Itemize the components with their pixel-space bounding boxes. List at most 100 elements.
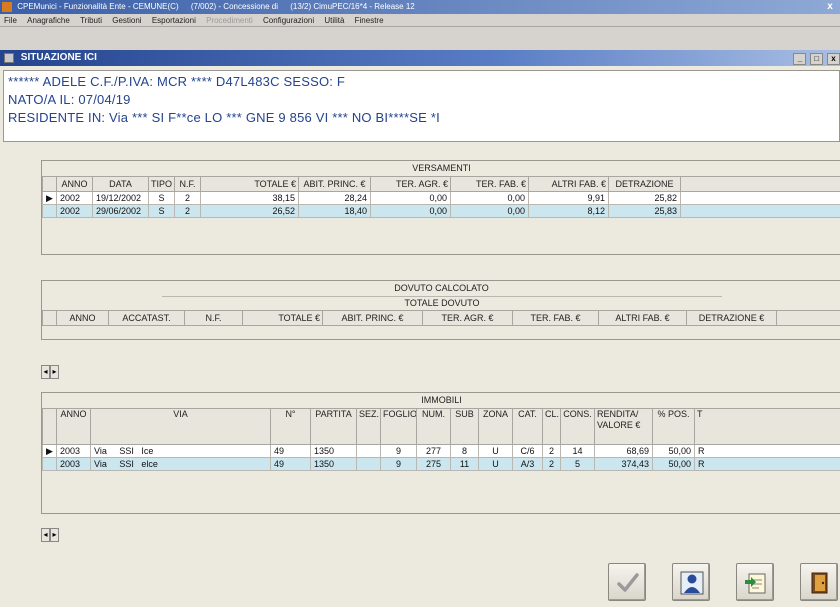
scroll-right-icon[interactable]: ▸ [50,365,59,379]
col-partita[interactable]: PARTITA [310,408,357,445]
menu-finestre[interactable]: Finestre [355,16,384,25]
user-icon [680,571,704,595]
col-detrazione[interactable]: DETRAZIONE [608,176,681,192]
col-cat[interactable]: CAT. [512,408,543,445]
confirm-button[interactable] [608,563,646,601]
col-numero[interactable]: N° [270,408,311,445]
col-tipo[interactable]: TIPO [148,176,175,192]
cell-detrazione: 25,82 [608,191,681,205]
menu-tributi[interactable]: Tributi [80,16,102,25]
col-anno[interactable]: ANNO [56,176,93,192]
check-icon [617,573,639,592]
versamenti-table: ANNO DATA TIPO N.F. TOTALE € ABIT. PRINC… [42,176,840,218]
col-totale[interactable]: TOTALE € [200,176,299,192]
cell-nf: 2 [174,191,201,205]
window-icon [4,53,14,63]
col-t[interactable]: T [694,408,840,445]
menu-anagrafiche[interactable]: Anagrafiche [27,16,70,25]
cell-pos: 50,00 [652,444,695,458]
menu-configurazioni[interactable]: Configurazioni [263,16,314,25]
menu-bar: File Anagrafiche Tributi Gestioni Esport… [0,14,840,27]
col-num[interactable]: NUM. [416,408,451,445]
minimize-icon[interactable]: _ [793,53,807,65]
exit-button[interactable] [800,563,838,601]
col-ter-fab[interactable]: TER. FAB. € [450,176,529,192]
col-foglio[interactable]: FOGLIO [380,408,417,445]
close-icon[interactable]: x [827,53,840,65]
window-title: SITUAZIONE ICI [20,52,97,63]
cell-cat: A/3 [512,457,543,471]
col-sez[interactable]: SEZ. [356,408,381,445]
cell-numero: 49 [270,457,311,471]
col-ter-agr[interactable]: TER. AGR. € [422,310,513,326]
app-close-icon[interactable]: x [820,0,840,14]
cell-ter-fab: 0,00 [450,204,529,218]
col-detrazione[interactable]: DETRAZIONE € [686,310,777,326]
cell-numero: 49 [270,444,311,458]
col-altri-fab[interactable]: ALTRI FAB. € [528,176,609,192]
col-data[interactable]: DATA [92,176,149,192]
document-button[interactable] [736,563,774,601]
cell-sub: 8 [450,444,479,458]
immobili-title: IMMOBILI [421,395,462,405]
cell-pos: 50,00 [652,457,695,471]
person-button[interactable] [672,563,710,601]
col-sub[interactable]: SUB [450,408,479,445]
row-marker: ▶ [42,444,57,458]
col-ter-agr[interactable]: TER. AGR. € [370,176,451,192]
col-cl[interactable]: CL. [542,408,561,445]
cell-data: 29/06/2002 [92,204,149,218]
immobili-scrollbar[interactable]: ◂ ▸ [41,524,59,542]
table-row[interactable]: 2003 Via SSI elce 49 1350 9 275 11 U A/3… [42,457,840,471]
col-anno[interactable]: ANNO [56,310,109,326]
col-altri-fab[interactable]: ALTRI FAB. € [598,310,687,326]
cell-anno: 2003 [56,457,91,471]
col-zona[interactable]: ZONA [478,408,513,445]
cell-zona: U [478,457,513,471]
cell-partita: 1350 [310,457,357,471]
table-row[interactable]: ▶ 2002 19/12/2002 S 2 38,15 28,24 0,00 0… [42,191,840,205]
app-title-bar: CPEMunici - Funzionalità Ente - CEMUNE(C… [0,0,840,14]
col-nf[interactable]: N.F. [184,310,243,326]
app-title-segment-2: (7/002) - Concessione di [190,2,278,11]
menu-esportazioni[interactable]: Esportazioni [152,16,196,25]
scroll-left-icon[interactable]: ◂ [41,365,50,379]
col-ter-fab[interactable]: TER. FAB. € [512,310,599,326]
table-row[interactable]: 2002 29/06/2002 S 2 26,52 18,40 0,00 0,0… [42,204,840,218]
menu-file[interactable]: File [4,16,17,25]
cell-anno: 2003 [56,444,91,458]
cell-tipo: S [148,204,175,218]
col-accatast[interactable]: ACCATAST. [108,310,185,326]
cell-partita: 1350 [310,444,357,458]
dovuto-title: DOVUTO CALCOLATO [394,283,489,293]
col-abit-princ[interactable]: ABIT. PRINC. € [298,176,371,192]
menu-utilita[interactable]: Utilità [324,16,344,25]
taxpayer-name-line: ****** ADELE C.F./P.IVA: MCR **** D47L48… [8,74,346,89]
col-cons[interactable]: CONS. [560,408,595,445]
scroll-right-icon[interactable]: ▸ [50,528,59,542]
immobili-header: ANNO VIA N° PARTITA SEZ. FOGLIO NUM. SUB… [42,408,840,445]
maximize-icon[interactable]: □ [810,53,824,65]
app-title-segment-3: (13/2) CimuPEC/16*4 - Release 12 [290,2,415,11]
immobili-table: ANNO VIA N° PARTITA SEZ. FOGLIO NUM. SUB… [42,408,840,471]
dovuto-subtitle: TOTALE DOVUTO [162,296,722,309]
cell-totale: 38,15 [200,191,299,205]
cell-data: 19/12/2002 [92,191,149,205]
col-abit-princ[interactable]: ABIT. PRINC. € [322,310,423,326]
scroll-left-icon[interactable]: ◂ [41,528,50,542]
window-controls: _ □ x [792,51,840,67]
menu-gestioni[interactable]: Gestioni [112,16,141,25]
table-row[interactable]: ▶ 2003 Via SSI Ice 49 1350 9 277 8 U C/6… [42,444,840,458]
col-totale[interactable]: TOTALE € [242,310,323,326]
cell-rendita: 68,69 [594,444,653,458]
col-pos[interactable]: % POS. [652,408,695,445]
menu-procedimenti: Procedimenti [206,16,253,25]
col-via[interactable]: VIA [90,408,271,445]
cell-cl: 2 [542,444,561,458]
cell-totale: 26,52 [200,204,299,218]
col-nf[interactable]: N.F. [174,176,201,192]
cell-anno: 2002 [56,204,93,218]
col-rendita[interactable]: RENDITA/ VALORE € [594,408,653,445]
dovuto-scrollbar[interactable]: ◂ ▸ [41,361,59,379]
col-anno[interactable]: ANNO [56,408,91,445]
